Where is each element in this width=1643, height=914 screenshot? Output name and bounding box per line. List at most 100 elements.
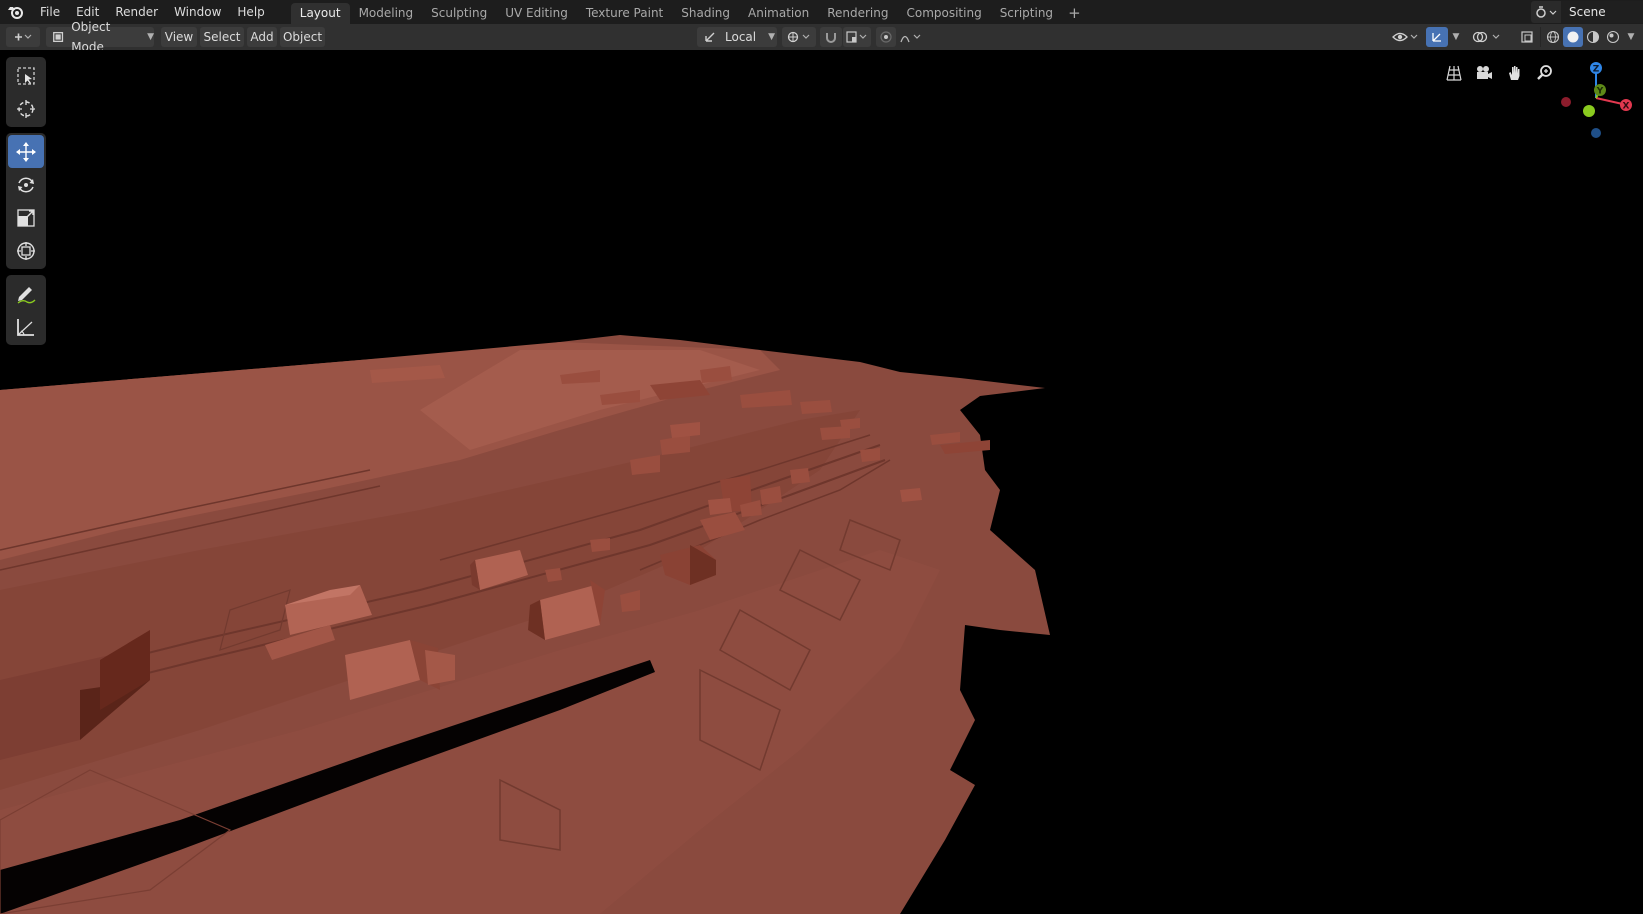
chevron-down-icon: ▼ xyxy=(1452,32,1460,42)
object-menu[interactable]: Object xyxy=(280,27,325,47)
shading-dropdown[interactable]: ▼ xyxy=(1624,27,1638,47)
toggle-grid-view-button[interactable] xyxy=(1441,60,1467,86)
z-negative-axis-handle[interactable] xyxy=(1591,128,1601,138)
orientation-icon xyxy=(705,32,715,42)
move-tool[interactable] xyxy=(8,135,44,168)
scale-icon xyxy=(17,208,35,227)
chevron-down-icon: ▼ xyxy=(147,32,154,42)
cursor-icon xyxy=(17,99,35,118)
y-negative-axis-handle[interactable] xyxy=(1583,105,1595,117)
editor-type-icon xyxy=(15,33,32,41)
tab-shading[interactable]: Shading xyxy=(672,3,739,24)
x-negative-axis-handle[interactable] xyxy=(1561,97,1571,107)
cursor-tool[interactable] xyxy=(8,92,44,125)
proportional-edit-icon xyxy=(880,31,892,43)
tool-group-annotate xyxy=(6,275,46,345)
scene-name-field[interactable]: Scene xyxy=(1561,1,1643,23)
orientation-label: Local xyxy=(725,30,757,44)
camera-icon xyxy=(1477,66,1492,79)
annotate-pencil-icon xyxy=(17,286,36,304)
gizmo-dropdown[interactable]: ▼ xyxy=(1449,27,1463,47)
measure-ruler-icon xyxy=(17,318,34,336)
snap-target-dropdown[interactable] xyxy=(843,27,871,47)
falloff-curve-icon xyxy=(900,34,921,43)
tool-group-select xyxy=(6,57,46,127)
select-menu[interactable]: Select xyxy=(200,27,244,47)
chevron-down-icon: ▼ xyxy=(1627,32,1635,42)
tab-animation[interactable]: Animation xyxy=(739,3,818,24)
view-menu[interactable]: View xyxy=(161,27,197,47)
tab-layout[interactable]: Layout xyxy=(290,3,350,24)
transform-icon xyxy=(17,241,35,260)
tab-compositing[interactable]: Compositing xyxy=(897,3,990,24)
x-axis-label: X xyxy=(1623,102,1630,112)
camera-view-button[interactable] xyxy=(1471,60,1497,86)
visibility-dropdown[interactable] xyxy=(1388,27,1422,47)
pan-view-button[interactable] xyxy=(1502,60,1528,86)
snap-toggle[interactable] xyxy=(820,27,842,47)
pivot-icon xyxy=(787,31,810,43)
xray-toggle[interactable] xyxy=(1516,27,1538,47)
workspace-tabs: Layout Modeling Sculpting UV Editing Tex… xyxy=(290,0,1087,24)
wireframe-sphere-icon xyxy=(1546,30,1560,44)
orientation-dropdown[interactable]: Local ▼ xyxy=(697,27,777,47)
tab-rendering[interactable]: Rendering xyxy=(818,3,897,24)
rendered-sphere-icon xyxy=(1606,30,1620,44)
overlays-dropdown[interactable] xyxy=(1470,27,1504,47)
shading-solid-button[interactable] xyxy=(1563,27,1583,47)
3d-viewport[interactable]: Y Z X xyxy=(0,50,1643,914)
add-menu[interactable]: Add xyxy=(247,27,277,47)
scene-icon[interactable] xyxy=(1531,1,1561,23)
top-bar: File Edit Render Window Help Layout Mode… xyxy=(0,0,1643,24)
move-arrows-icon xyxy=(16,141,36,162)
scene-selector: Scene xyxy=(1531,0,1643,24)
perspective-grid-icon xyxy=(1446,65,1462,81)
object-mode-icon xyxy=(53,31,64,43)
measure-tool[interactable] xyxy=(8,310,44,343)
select-box-tool[interactable] xyxy=(8,59,44,92)
navigation-gizmo[interactable]: Y Z X xyxy=(1552,58,1632,138)
shading-material-button[interactable] xyxy=(1583,27,1603,47)
transform-tool[interactable] xyxy=(8,234,44,267)
gizmo-icon xyxy=(1432,33,1441,42)
gizmo-toggle[interactable] xyxy=(1426,27,1448,47)
shading-wireframe-button[interactable] xyxy=(1543,27,1563,47)
chevron-down-icon: ▼ xyxy=(768,32,776,42)
material-sphere-icon xyxy=(1586,30,1600,44)
eye-icon xyxy=(1392,32,1418,42)
tool-shelf xyxy=(6,57,46,351)
magnet-icon xyxy=(826,33,836,43)
hand-icon xyxy=(1509,66,1520,80)
tab-scripting[interactable]: Scripting xyxy=(991,3,1062,24)
divider xyxy=(1540,27,1541,47)
rotate-icon xyxy=(18,176,34,193)
add-workspace-button[interactable]: + xyxy=(1062,3,1087,24)
menu-help[interactable]: Help xyxy=(229,0,272,24)
editor-type-button[interactable] xyxy=(6,27,40,47)
tab-sculpting[interactable]: Sculpting xyxy=(422,3,496,24)
blender-logo-icon[interactable] xyxy=(0,0,32,24)
xray-icon xyxy=(1521,31,1533,43)
annotate-tool[interactable] xyxy=(8,277,44,310)
tab-modeling[interactable]: Modeling xyxy=(350,3,423,24)
rotate-tool[interactable] xyxy=(8,168,44,201)
pivot-point-dropdown[interactable] xyxy=(782,27,816,47)
shading-rendered-button[interactable] xyxy=(1603,27,1623,47)
tab-texture-paint[interactable]: Texture Paint xyxy=(577,3,672,24)
falloff-dropdown[interactable] xyxy=(897,27,927,47)
overlays-icon xyxy=(1472,31,1500,43)
proportional-edit-toggle[interactable] xyxy=(876,27,896,47)
select-box-icon xyxy=(17,66,35,85)
menu-window[interactable]: Window xyxy=(166,0,229,24)
viewport-header: Object Mode ▼ View Select Add Object Loc… xyxy=(0,20,1643,54)
solid-sphere-icon xyxy=(1567,31,1579,43)
mode-dropdown[interactable]: Object Mode ▼ xyxy=(46,20,154,54)
terrain-model xyxy=(0,335,1050,914)
menu-file[interactable]: File xyxy=(32,0,68,24)
scale-tool[interactable] xyxy=(8,201,44,234)
tab-uv-editing[interactable]: UV Editing xyxy=(496,3,577,24)
y-axis-label: Y xyxy=(1596,87,1604,97)
z-axis-label: Z xyxy=(1593,65,1600,75)
snap-increment-icon xyxy=(846,31,867,43)
tool-group-transform xyxy=(6,133,46,269)
